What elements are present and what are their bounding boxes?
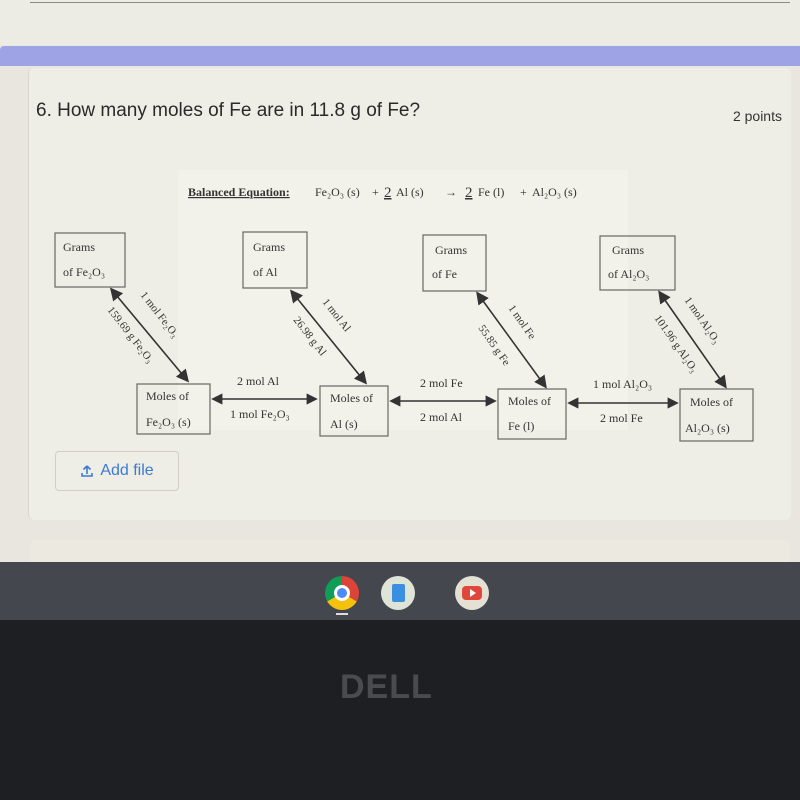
docs-icon[interactable] [381, 576, 415, 610]
upload-icon [81, 465, 94, 477]
add-file-button[interactable]: Add file [55, 451, 179, 491]
svg-text:Al₂O₃ (s): Al₂O₃ (s) [685, 421, 730, 435]
equation-reactant1: Fe₂O₃ (s) [315, 185, 360, 199]
dell-logo: DELL [340, 668, 433, 706]
diagonal-label-bottom-fe2o3: 159.69 g Fe₂O₃ [105, 304, 156, 365]
equation-product2: Al₂O₃ (s) [532, 185, 577, 199]
equation-reactant2: Al (s) [396, 185, 424, 199]
equation-plus2: + [520, 185, 527, 199]
diagonal-label-bottom-al2o3: 101.96 g Al₂O₃ [652, 313, 701, 375]
horizontal-label-bottom-1: 1 mol Fe₂O₃ [230, 407, 290, 421]
svg-text:Al (s): Al (s) [330, 417, 358, 431]
svg-text:Fe₂O₃ (s): Fe₂O₃ (s) [146, 415, 191, 429]
horizontal-label-top-3: 1 mol Al₂O₃ [593, 377, 652, 391]
mole-box-al2o3: Moles of Al₂O₃ (s) [679, 388, 754, 442]
svg-text:Grams: Grams [63, 240, 95, 254]
equation-coef-fe: 2 [465, 185, 473, 201]
horizontal-label-top-1: 2 mol Al [237, 374, 280, 388]
laptop-bezel [0, 620, 800, 800]
equation-plus1: + [372, 185, 379, 199]
svg-text:Grams: Grams [612, 243, 644, 257]
equation-coef-al: 2 [384, 185, 392, 201]
svg-text:of Al: of Al [253, 265, 278, 279]
svg-text:Moles of: Moles of [146, 389, 189, 403]
chrome-icon[interactable] [325, 576, 359, 610]
equation-label: Balanced Equation: [188, 185, 290, 199]
svg-text:Moles of: Moles of [330, 391, 373, 405]
screen: 6. How many moles of Fe are in 11.8 g of… [0, 0, 800, 562]
gram-box-fe2o3: Grams of Fe₂O₃ [54, 232, 126, 288]
svg-text:Grams: Grams [435, 243, 467, 257]
svg-text:Fe (l): Fe (l) [508, 419, 534, 433]
diagram-background [178, 170, 628, 430]
next-question-card [30, 540, 790, 562]
equation-arrow: → [445, 185, 457, 199]
svg-text:of Fe₂O₃: of Fe₂O₃ [63, 265, 105, 279]
horizontal-label-bottom-3: 2 mol Fe [600, 411, 643, 425]
horizontal-label-bottom-2: 2 mol Al [420, 410, 463, 424]
add-file-label: Add file [100, 462, 154, 479]
svg-text:Grams: Grams [253, 240, 285, 254]
youtube-icon[interactable] [455, 576, 489, 610]
svg-text:Moles of: Moles of [690, 395, 733, 409]
diagonal-label-top-fe2o3: 1 mol Fe₂O₃ [138, 289, 181, 340]
svg-text:Moles of: Moles of [508, 394, 551, 408]
svg-text:of Al₂O₃: of Al₂O₃ [608, 267, 649, 281]
active-app-indicator [336, 613, 348, 615]
diagonal-label-top-al2o3: 1 mol Al₂O₃ [682, 295, 723, 346]
equation-product1: Fe (l) [478, 185, 504, 199]
svg-text:of Fe: of Fe [432, 267, 457, 281]
horizontal-label-top-2: 2 mol Fe [420, 376, 463, 390]
